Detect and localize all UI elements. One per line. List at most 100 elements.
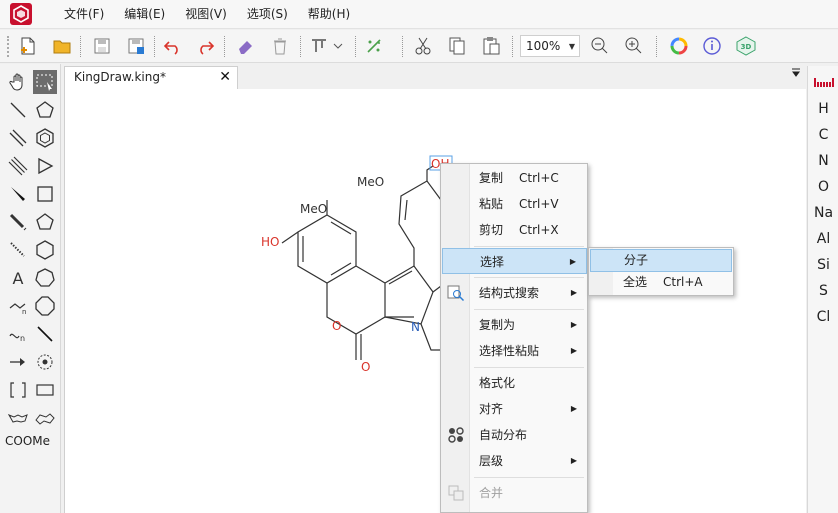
element-h[interactable]: H [808,101,838,117]
tab-list-dropdown-icon[interactable] [791,68,801,78]
label-meo-upper[interactable]: MeO [357,175,384,189]
single-bond-icon[interactable] [6,98,30,122]
toolbar-grip[interactable] [7,36,9,57]
paste-icon[interactable] [479,34,503,58]
delete-icon[interactable] [268,34,292,58]
close-icon[interactable]: ✕ [219,67,231,88]
save-as-icon[interactable] [124,34,148,58]
info-icon[interactable] [700,34,724,58]
menu-item-format[interactable]: 格式化 [442,370,587,396]
drawing-canvas[interactable]: OH MeO MeO HO O O N [64,89,806,513]
label-ring-oxygen[interactable]: O [332,319,341,333]
save-icon[interactable] [90,34,114,58]
chair-template-icon[interactable] [33,406,57,430]
bold-bond-icon[interactable] [6,210,30,234]
app-logo-icon [10,3,32,25]
eraser-icon[interactable] [233,34,257,58]
hexagon-ring-icon[interactable] [33,238,57,262]
molecule-drawing[interactable]: OH MeO MeO HO O O N [65,89,807,513]
undo-icon[interactable] [161,34,185,58]
label-nitrogen[interactable]: N [411,320,420,334]
pentagon-ring-icon[interactable] [33,98,57,122]
text-tool-icon[interactable]: A [6,266,30,290]
submenu-item-molecule[interactable]: 分子 [590,249,732,272]
zoom-select[interactable]: 100% ▼ [520,35,580,57]
element-palette: H C N O Na Al Si S Cl [807,66,838,513]
menu-item-label: 选择性粘贴 [479,344,540,358]
label-carbonyl-oxygen[interactable]: O [361,360,370,374]
menu-help[interactable]: 帮助(H) [298,0,360,29]
tab-kingdraw-document[interactable]: KingDraw.king* ✕ [64,66,238,89]
periodic-table-icon[interactable] [814,76,834,88]
octagon-ring-icon[interactable] [33,294,57,318]
menu-separator [474,309,584,310]
open-folder-icon[interactable] [50,34,74,58]
lasso-select-icon[interactable] [33,70,57,94]
menu-item-align[interactable]: 对齐 ▶ [442,396,587,422]
menu-file[interactable]: 文件(F) [54,0,114,29]
benzene-ring-icon[interactable] [33,126,57,150]
zoom-out-icon[interactable] [588,34,612,58]
bracket-tool-icon[interactable] [6,378,30,402]
element-c[interactable]: C [808,127,838,143]
rectangle-tool-icon[interactable] [33,378,57,402]
zoom-in-icon[interactable] [622,34,646,58]
new-file-icon[interactable] [16,34,40,58]
menu-edit[interactable]: 编辑(E) [114,0,175,29]
double-bond-icon[interactable] [6,126,30,150]
menu-item-auto-distribute[interactable]: 自动分布 [442,422,587,448]
heptagon-ring-icon[interactable] [33,266,57,290]
orbital-tool-icon[interactable] [33,350,57,374]
menu-item-paste-special[interactable]: 选择性粘贴 ▶ [442,338,587,364]
menu-item-paste[interactable]: 粘贴 Ctrl+V [442,191,587,217]
menu-item-shortcut: Ctrl+A [663,275,703,289]
menu-item-layer[interactable]: 层级 ▶ [442,448,587,474]
curve-tool-icon[interactable]: n [6,322,30,346]
submenu-arrow-icon: ▶ [569,257,576,266]
element-o[interactable]: O [808,179,838,195]
menu-item-copy[interactable]: 复制 Ctrl+C [442,165,587,191]
square-ring-icon[interactable] [33,182,57,206]
menu-item-label: 全选 [623,275,648,289]
element-al[interactable]: Al [808,231,838,247]
clean-structure-icon[interactable] [362,34,386,58]
menu-item-structure-search[interactable]: 结构式搜索 ▶ [442,280,587,306]
redo-icon[interactable] [193,34,217,58]
label-meo-left[interactable]: MeO [300,202,327,216]
menu-item-select[interactable]: 选择 ▶ [442,248,587,274]
submenu-item-select-all[interactable]: 全选 Ctrl+A [590,272,732,295]
merge-icon [448,485,464,501]
tool-palette: A n n COOMe [0,64,61,513]
cut-icon[interactable] [411,34,435,58]
context-menu: 复制 Ctrl+C 粘贴 Ctrl+V 剪切 Ctrl+X 选择 ▶ 结构式搜索… [440,163,588,513]
triangle-ring-icon[interactable] [33,154,57,178]
menu-options[interactable]: 选项(S) [237,0,298,29]
cycloalkane-template-icon[interactable] [6,406,30,430]
hand-tool-icon[interactable] [6,70,30,94]
copy-icon[interactable] [445,34,469,58]
element-s[interactable]: S [808,283,838,299]
element-cl[interactable]: Cl [808,309,838,325]
functional-group-template[interactable]: COOMe [5,434,50,448]
color-wheel-icon[interactable] [667,34,691,58]
hashed-bond-icon[interactable] [6,238,30,262]
line-tool-icon[interactable] [33,322,57,346]
wedge-bond-icon[interactable] [6,182,30,206]
chain-tool-icon[interactable]: n [6,294,30,318]
element-n[interactable]: N [808,153,838,169]
menu-view[interactable]: 视图(V) [175,0,237,29]
bond [302,221,352,276]
element-si[interactable]: Si [808,257,838,273]
arrow-tool-icon[interactable] [6,350,30,374]
align-dropdown-icon[interactable] [308,34,348,58]
menu-item-label: 复制为 [479,318,516,332]
triple-bond-icon[interactable] [6,154,30,178]
menu-item-shortcut: Ctrl+V [519,197,559,211]
menu-item-copy-as[interactable]: 复制为 ▶ [442,312,587,338]
3d-view-icon[interactable]: 3D [734,34,758,58]
main-toolbar: 100% ▼ 3D [0,30,838,63]
element-na[interactable]: Na [808,205,838,221]
pentagon-outline-icon[interactable] [33,210,57,234]
menu-item-cut[interactable]: 剪切 Ctrl+X [442,217,587,243]
label-ho-left[interactable]: HO [261,235,279,249]
